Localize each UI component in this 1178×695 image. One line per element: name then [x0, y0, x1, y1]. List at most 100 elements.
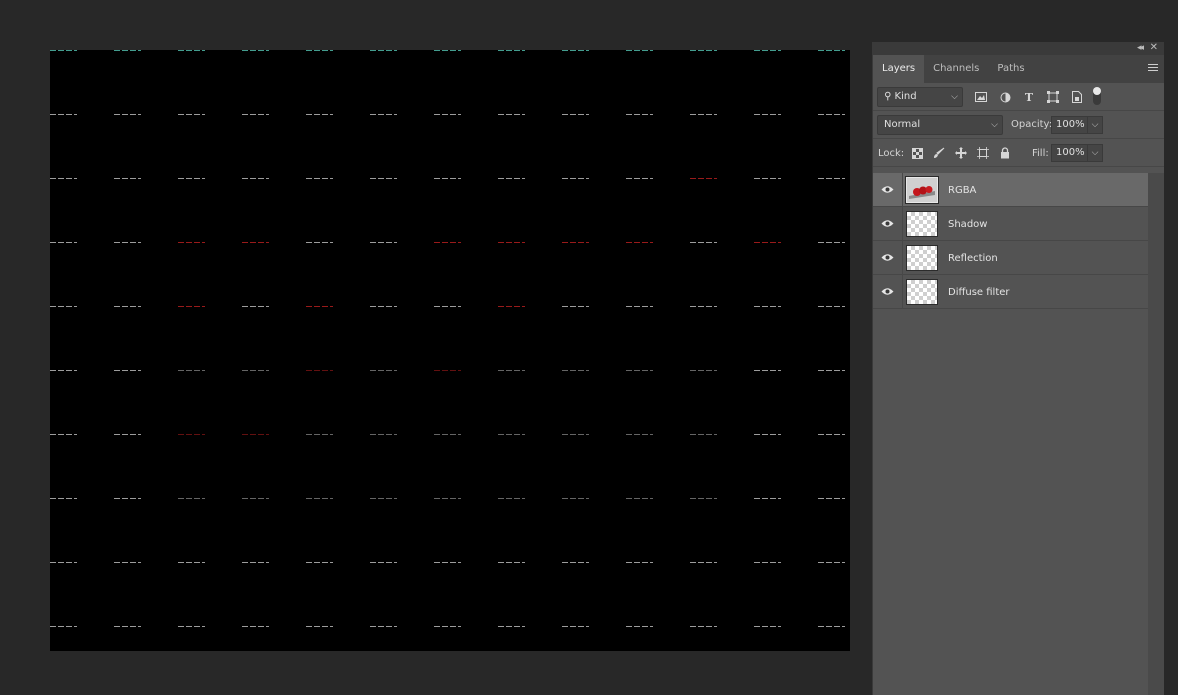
- canvas-pixel-mark: [306, 242, 333, 243]
- layer-shadow[interactable]: Shadow: [873, 207, 1149, 241]
- lock-position-icon[interactable]: [954, 147, 968, 159]
- canvas-pixel-mark: [626, 178, 653, 179]
- canvas-pixel-mark: [818, 498, 845, 499]
- canvas-pixel-mark: [114, 626, 141, 627]
- canvas-pixel-mark: [434, 626, 461, 627]
- collapse-panel-icon[interactable]: ◂◂: [1137, 43, 1144, 53]
- filter-kind-dropdown[interactable]: ⚲ Kind ⌵: [877, 87, 963, 107]
- adjustment-filter-icon[interactable]: [998, 91, 1012, 103]
- canvas-pixel-mark: [690, 626, 717, 627]
- canvas-pixel-mark: [754, 178, 781, 179]
- canvas-pixel-mark: [178, 434, 205, 435]
- canvas-pixel-mark: [818, 178, 845, 179]
- canvas-pixel-mark: [754, 562, 781, 563]
- fill-label: Fill:: [1032, 148, 1049, 159]
- tab-paths[interactable]: Paths: [988, 55, 1033, 83]
- shape-filter-icon[interactable]: [1046, 91, 1060, 103]
- canvas-pixel-mark: [114, 370, 141, 371]
- canvas-pixel-mark: [434, 498, 461, 499]
- canvas-pixel-mark: [818, 114, 845, 115]
- panel-menu-icon[interactable]: [1148, 64, 1158, 72]
- canvas-pixel-mark: [498, 242, 525, 243]
- canvas-pixel-mark: [626, 498, 653, 499]
- canvas-pixel-mark: [434, 562, 461, 563]
- lock-image-pixels-icon[interactable]: [932, 147, 946, 159]
- canvas-pixel-mark: [242, 114, 269, 115]
- visibility-eye-icon[interactable]: [881, 185, 894, 194]
- canvas-pixel-mark: [754, 626, 781, 627]
- canvas-pixel-mark: [50, 178, 77, 179]
- opacity-field[interactable]: 100%: [1051, 116, 1089, 134]
- canvas-pixel-mark: [818, 242, 845, 243]
- document-canvas[interactable]: [50, 50, 850, 651]
- lock-transparent-pixels-icon[interactable]: [910, 147, 924, 159]
- canvas-pixel-mark: [626, 370, 653, 371]
- canvas-pixel-mark: [370, 50, 397, 51]
- canvas-pixel-mark: [626, 114, 653, 115]
- lock-artboard-icon[interactable]: [976, 147, 990, 159]
- canvas-pixel-mark: [818, 50, 845, 51]
- canvas-pixel-mark: [754, 242, 781, 243]
- canvas-pixel-mark: [562, 434, 589, 435]
- filter-toggle[interactable]: [1093, 87, 1101, 105]
- layer-rgba[interactable]: RGBA: [873, 173, 1149, 207]
- canvas-pixel-mark: [242, 498, 269, 499]
- opacity-dropdown-button[interactable]: ⌵: [1087, 116, 1103, 134]
- canvas-pixel-mark: [114, 498, 141, 499]
- type-filter-icon[interactable]: T: [1022, 91, 1036, 104]
- canvas-pixel-mark: [178, 562, 205, 563]
- canvas-pixel-mark: [370, 306, 397, 307]
- blend-mode-dropdown[interactable]: Normal ⌵: [877, 115, 1003, 135]
- close-icon[interactable]: ✕: [1150, 42, 1158, 53]
- layer-separator: [902, 275, 903, 309]
- canvas-pixel-mark: [754, 370, 781, 371]
- tab-layers[interactable]: Layers: [873, 55, 925, 83]
- canvas-pixel-mark: [306, 114, 333, 115]
- canvas-pixel-mark: [434, 242, 461, 243]
- canvas-pixel-mark: [50, 306, 77, 307]
- smart-object-filter-icon[interactable]: [1070, 91, 1084, 103]
- layers-panel: ◂◂ ✕ Layers Channels Paths ⚲ Kind ⌵ T No…: [872, 42, 1164, 695]
- canvas-pixel-mark: [434, 114, 461, 115]
- visibility-eye-icon[interactable]: [881, 253, 894, 262]
- canvas-pixel-mark: [306, 50, 333, 51]
- canvas-pixel-mark: [178, 50, 205, 51]
- search-icon: ⚲: [884, 91, 892, 102]
- image-filter-icon[interactable]: [974, 91, 988, 103]
- canvas-pixel-mark: [626, 626, 653, 627]
- canvas-pixel-mark: [562, 498, 589, 499]
- layer-separator: [902, 173, 903, 207]
- visibility-eye-icon[interactable]: [881, 287, 894, 296]
- canvas-pixel-mark: [626, 242, 653, 243]
- visibility-eye-icon[interactable]: [881, 219, 894, 228]
- fill-field[interactable]: 100%: [1051, 144, 1089, 162]
- canvas-pixel-mark: [498, 178, 525, 179]
- tab-channels[interactable]: Channels: [924, 55, 988, 83]
- canvas-pixel-mark: [434, 306, 461, 307]
- canvas-pixel-mark: [562, 562, 589, 563]
- lock-all-icon[interactable]: [998, 147, 1012, 159]
- canvas-pixel-mark: [370, 242, 397, 243]
- layer-reflection[interactable]: Reflection: [873, 241, 1149, 275]
- canvas-pixel-mark: [242, 242, 269, 243]
- canvas-pixel-mark: [690, 114, 717, 115]
- canvas-pixel-mark: [50, 114, 77, 115]
- canvas-pixel-mark: [178, 114, 205, 115]
- canvas-pixel-mark: [50, 434, 77, 435]
- panel-title-bar: ◂◂ ✕: [873, 42, 1164, 55]
- layer-diffuse-filter[interactable]: Diffuse filter: [873, 275, 1149, 309]
- blend-row: Normal ⌵ Opacity: 100% ⌵: [873, 111, 1164, 139]
- fill-dropdown-button[interactable]: ⌵: [1087, 144, 1103, 162]
- canvas-pixel-mark: [178, 178, 205, 179]
- layers-scrollbar[interactable]: [1148, 173, 1164, 695]
- canvas-pixel-mark: [690, 434, 717, 435]
- layer-thumbnail: [906, 245, 938, 271]
- layers-list: RGBA Shadow Reflection Diffuse filter: [873, 173, 1149, 309]
- canvas-pixel-mark: [114, 178, 141, 179]
- canvas-pixel-mark: [434, 434, 461, 435]
- canvas-pixel-mark: [178, 370, 205, 371]
- canvas-pixel-mark: [370, 626, 397, 627]
- canvas-pixel-mark: [626, 562, 653, 563]
- canvas-pixel-mark: [818, 626, 845, 627]
- canvas-pixel-mark: [306, 626, 333, 627]
